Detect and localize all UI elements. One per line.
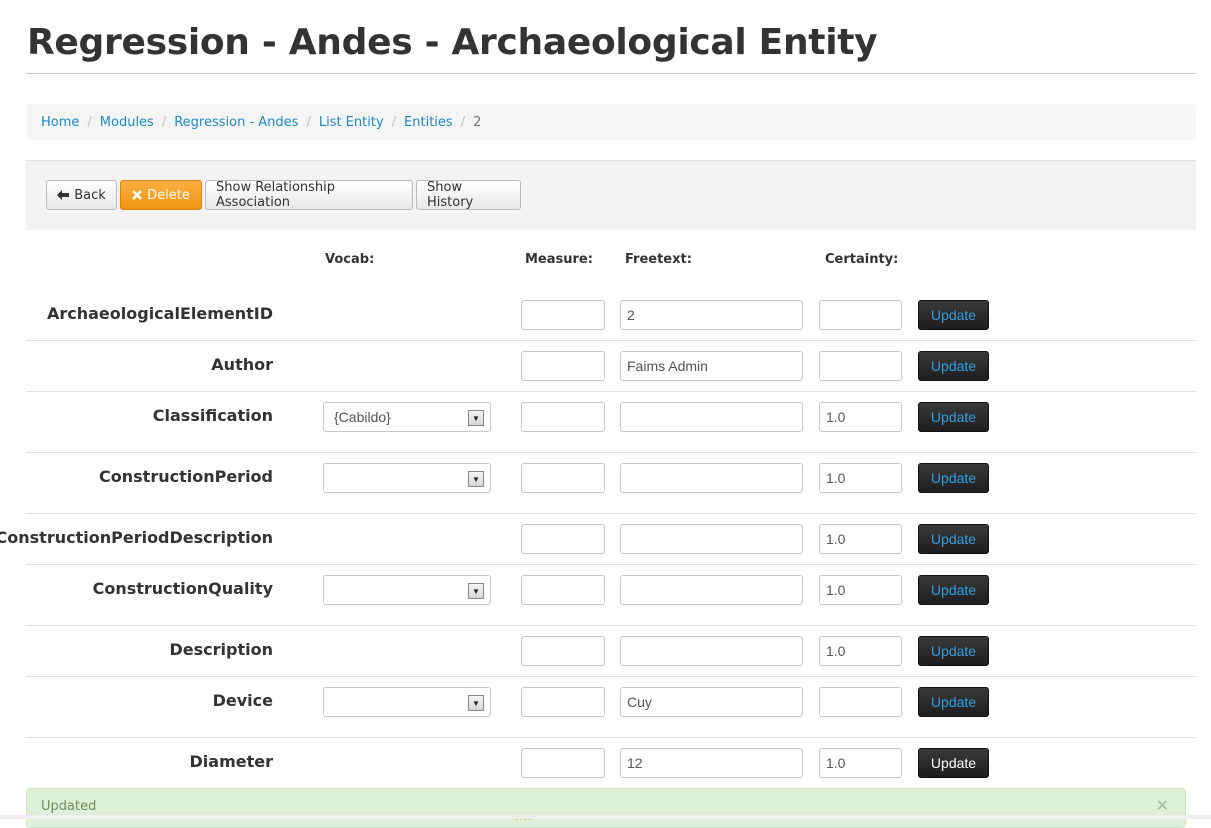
update-button[interactable]: Update <box>918 687 989 717</box>
updated-alert: Updated × <box>26 788 1186 828</box>
breadcrumb-home[interactable]: Home <box>41 115 79 130</box>
delete-button-label: Delete <box>147 187 190 203</box>
certainty-input[interactable] <box>819 687 902 717</box>
alert-message: Updated <box>41 799 97 814</box>
row-divider <box>26 513 1196 514</box>
certainty-input[interactable]: 1.0 <box>819 402 902 432</box>
update-button[interactable]: Update <box>918 575 989 605</box>
back-button-label: Back <box>74 187 106 203</box>
resize-handle-icon[interactable]: ···· <box>515 814 532 825</box>
arrow-left-icon <box>57 190 70 200</box>
update-button[interactable]: Update <box>918 524 989 554</box>
breadcrumb-entities[interactable]: Entities <box>404 115 453 130</box>
row-divider <box>26 737 1196 738</box>
certainty-input[interactable]: 1.0 <box>819 636 902 666</box>
breadcrumb-list-entity[interactable]: List Entity <box>319 115 384 130</box>
certainty-input[interactable] <box>819 300 902 330</box>
field-label: ConstructionPeriodDescription <box>0 528 273 547</box>
freetext-input[interactable] <box>620 524 803 554</box>
measure-input[interactable] <box>521 687 605 717</box>
update-button[interactable]: Update <box>918 748 989 778</box>
row-divider <box>26 340 1196 341</box>
freetext-input[interactable] <box>620 463 803 493</box>
freetext-input[interactable] <box>620 575 803 605</box>
update-button[interactable]: Update <box>918 300 989 330</box>
chevron-down-icon[interactable]: ▼ <box>468 410 484 426</box>
row-divider <box>26 452 1196 453</box>
field-label: Description <box>169 640 273 659</box>
vocab-select[interactable]: ▼ <box>323 463 491 493</box>
freetext-input[interactable]: 12 <box>620 748 803 778</box>
x-icon <box>132 190 142 200</box>
bottom-scroll-track <box>0 815 1211 819</box>
measure-input[interactable] <box>521 402 605 432</box>
breadcrumb-separator: / <box>306 114 311 130</box>
column-header-freetext: Freetext: <box>625 252 692 267</box>
freetext-input[interactable] <box>620 402 803 432</box>
breadcrumb-separator: / <box>161 114 167 130</box>
column-header-vocab: Vocab: <box>325 252 375 267</box>
page-title: Regression - Andes - Archaeological Enti… <box>27 22 878 63</box>
field-label: Classification <box>152 406 273 425</box>
field-label: ArchaeologicalElementID <box>46 304 273 323</box>
chevron-down-icon[interactable]: ▼ <box>468 695 484 711</box>
measure-input[interactable] <box>521 351 605 381</box>
field-label: Diameter <box>189 752 273 771</box>
freetext-input[interactable] <box>620 636 803 666</box>
chevron-down-icon[interactable]: ▼ <box>468 583 484 599</box>
action-toolbar: Back Delete Show Relationship Associatio… <box>26 160 1196 230</box>
field-label: ConstructionPeriod <box>99 467 273 486</box>
row-divider <box>26 564 1196 565</box>
measure-input[interactable] <box>521 524 605 554</box>
certainty-input[interactable]: 1.0 <box>819 524 902 554</box>
close-icon[interactable]: × <box>1156 795 1169 814</box>
show-history-button[interactable]: Show History <box>416 180 521 210</box>
vocab-select-value: {Cabildo} <box>334 409 391 425</box>
update-button[interactable]: Update <box>918 402 989 432</box>
measure-input[interactable] <box>521 463 605 493</box>
breadcrumb-current: 2 <box>473 114 482 130</box>
measure-input[interactable] <box>521 575 605 605</box>
freetext-input[interactable]: Cuy <box>620 687 803 717</box>
measure-input[interactable] <box>521 636 605 666</box>
field-label: Author <box>211 355 273 374</box>
column-header-certainty: Certainty: <box>825 252 899 267</box>
breadcrumb: Home / Modules / Regression - Andes / Li… <box>26 104 1196 140</box>
vocab-select[interactable]: {Cabildo} ▼ <box>323 402 491 432</box>
show-history-label: Show History <box>427 180 474 210</box>
certainty-input[interactable] <box>819 351 902 381</box>
freetext-input[interactable]: 2 <box>620 300 803 330</box>
update-button[interactable]: Update <box>918 351 989 381</box>
certainty-input[interactable]: 1.0 <box>819 463 902 493</box>
row-divider <box>26 625 1196 626</box>
certainty-input[interactable]: 1.0 <box>819 748 902 778</box>
title-divider <box>26 73 1196 74</box>
column-header-measure: Measure: <box>525 252 593 267</box>
row-divider <box>26 676 1196 677</box>
chevron-down-icon[interactable]: ▼ <box>468 471 484 487</box>
freetext-input[interactable]: Faims Admin <box>620 351 803 381</box>
update-button[interactable]: Update <box>918 636 989 666</box>
vocab-select[interactable]: ▼ <box>323 575 491 605</box>
breadcrumb-module[interactable]: Regression - Andes <box>174 115 298 130</box>
show-relationship-association-button[interactable]: Show Relationship Association <box>205 180 413 210</box>
show-relationship-association-label: Show Relationship Association <box>216 180 336 210</box>
delete-button[interactable]: Delete <box>120 180 202 210</box>
field-label: ConstructionQuality <box>92 579 273 598</box>
back-button[interactable]: Back <box>46 180 117 210</box>
breadcrumb-modules[interactable]: Modules <box>100 115 154 130</box>
vocab-select[interactable]: ▼ <box>323 687 491 717</box>
breadcrumb-separator: / <box>460 114 466 130</box>
breadcrumb-separator: / <box>391 114 397 130</box>
certainty-input[interactable]: 1.0 <box>819 575 902 605</box>
update-button[interactable]: Update <box>918 463 989 493</box>
field-label: Device <box>212 691 273 710</box>
measure-input[interactable] <box>521 300 605 330</box>
measure-input[interactable] <box>521 748 605 778</box>
row-divider <box>26 391 1196 392</box>
breadcrumb-separator: / <box>87 114 92 130</box>
